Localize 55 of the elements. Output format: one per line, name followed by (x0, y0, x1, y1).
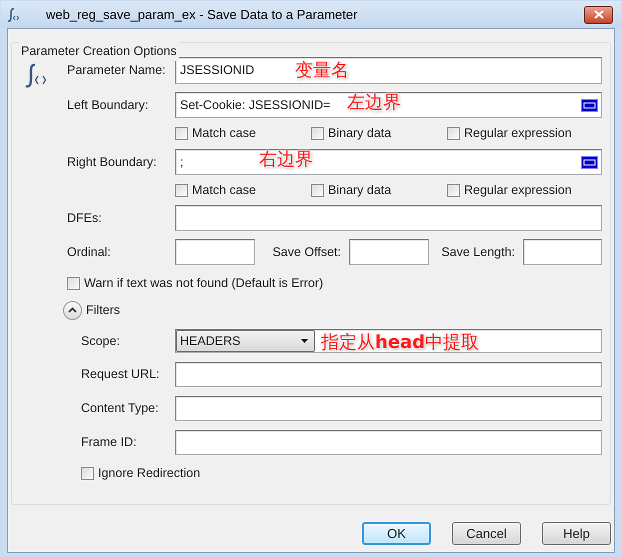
field-label: DFEs: (67, 210, 103, 227)
checkbox[interactable] (81, 466, 94, 480)
caret-icon (301, 339, 308, 343)
field-value: Set-Cookie: JSESSIONID= (180, 96, 330, 114)
checkbox[interactable] (67, 276, 80, 290)
number-field[interactable] (523, 239, 602, 265)
checkbox[interactable] (175, 126, 188, 140)
abc-icon (581, 156, 598, 168)
checkbox-label: Regular expression (464, 182, 572, 199)
field-label: Scope: (81, 332, 121, 350)
checkbox-label: Regular expression (464, 124, 572, 142)
integral-icon (5, 6, 21, 22)
section-label: Filters (86, 302, 120, 319)
abc-icon (581, 98, 598, 112)
field-label: Right Boundary: (67, 154, 158, 171)
field-value: ; (180, 154, 184, 171)
field-label: Save Offset: (271, 244, 342, 261)
field-label: Ordinal: (67, 244, 112, 261)
checkbox-label: Warn if text was not found (Default is Error) (84, 274, 324, 292)
window-title: web_reg_save_param_ex - Save Data to a Parameter (46, 6, 358, 24)
field-label: Request URL: (81, 366, 161, 384)
group-title: Parameter Creation Options (19, 42, 179, 61)
filter-field[interactable] (175, 362, 602, 387)
chevron-icon (68, 307, 77, 313)
number-field[interactable] (349, 239, 429, 265)
annotation-text: 右边界 (259, 148, 313, 172)
checkbox-label: Ignore Redirection (98, 464, 200, 482)
dialog-button[interactable]: OK (362, 522, 431, 545)
close-icon (594, 10, 604, 19)
filter-field[interactable] (175, 430, 602, 455)
field-label: Content Type: (81, 400, 160, 418)
checkbox[interactable] (175, 184, 188, 196)
filter-field[interactable] (175, 396, 602, 421)
field-label: Left Boundary: (67, 96, 150, 114)
close-button[interactable] (584, 6, 613, 24)
annotation-text: 变量名 (295, 59, 349, 83)
annotation-text: 左边界 (347, 91, 401, 115)
checkbox[interactable] (447, 126, 460, 140)
dfes-field[interactable] (175, 205, 602, 231)
field-label: Parameter Name: (67, 62, 167, 80)
field-label: Save Length: (440, 244, 516, 261)
annotation-text: 指定从head中提取 (321, 331, 480, 355)
dialog-button[interactable]: Help (542, 522, 611, 545)
checkbox[interactable] (311, 126, 324, 140)
checkbox-label: Match case (192, 182, 256, 199)
number-field[interactable] (175, 239, 255, 265)
checkbox-label: Match case (192, 124, 256, 142)
scope-dropdown[interactable]: HEADERS (176, 330, 315, 352)
dialog-button[interactable]: Cancel (452, 522, 521, 545)
field-label: Frame ID: (81, 434, 138, 452)
checkbox-label: Binary data (328, 182, 392, 199)
checkbox[interactable] (447, 184, 460, 196)
checkbox[interactable] (311, 184, 324, 196)
checkbox-label: Binary data (328, 124, 392, 142)
collapse-button[interactable] (63, 300, 82, 320)
